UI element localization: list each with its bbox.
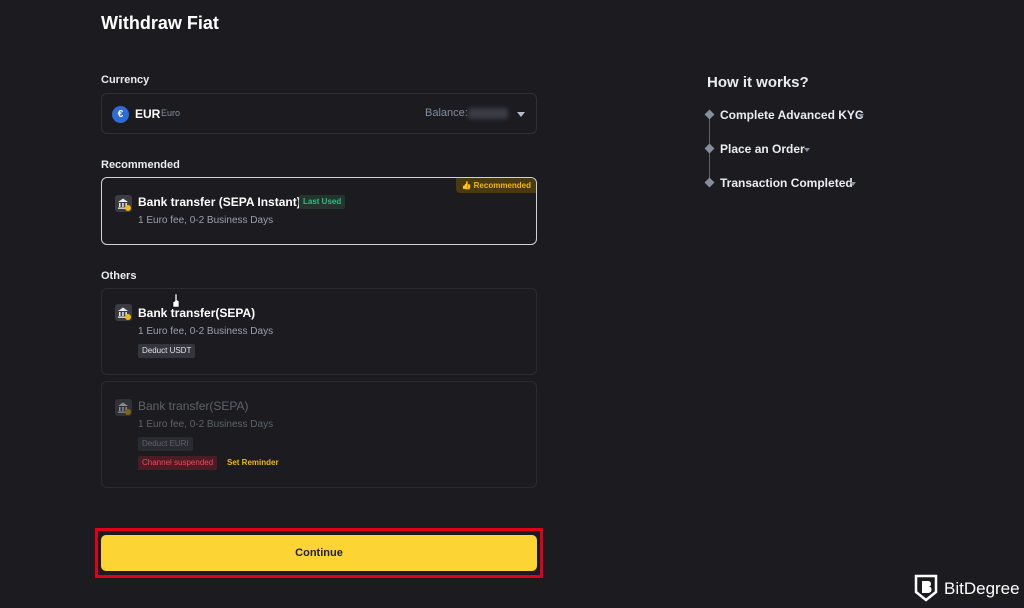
page-title: Withdraw Fiat (101, 13, 219, 33)
recommended-label: Recommended (101, 159, 180, 171)
method-title: Bank transfer(SEPA) (138, 306, 256, 320)
step-dot (704, 143, 715, 154)
set-reminder-link[interactable]: Set Reminder (223, 456, 283, 470)
others-label: Others (101, 270, 137, 282)
bitdegree-logo-icon (914, 574, 938, 602)
step-complete-kyc[interactable]: Complete Advanced KYC (720, 108, 864, 122)
payment-method-sepa-usdt[interactable]: Bank transfer(SEPA) 1 Euro fee, 0-2 Busi… (101, 288, 537, 375)
currency-select[interactable]: € EUR Euro Balance: (101, 93, 537, 134)
bitdegree-wordmark: BitDegree (944, 579, 1020, 598)
deduct-tag: Deduct EURI (138, 437, 193, 451)
currency-label: Currency (101, 74, 150, 86)
last-used-badge: Last Used (299, 195, 346, 209)
step-place-order[interactable]: Place an Order (720, 142, 805, 156)
step-dot (704, 177, 715, 188)
chevron-down-icon (850, 182, 856, 186)
continue-highlight: Continue (95, 528, 543, 578)
step-transaction-completed[interactable]: Transaction Completed (720, 176, 853, 190)
chevron-down-icon (804, 148, 810, 152)
deduct-tag: Deduct USDT (138, 344, 196, 358)
bank-icon (115, 195, 132, 212)
currency-name: Euro (161, 108, 181, 118)
chevron-down-icon (517, 112, 525, 117)
payment-method-sepa-euri: Bank transfer(SEPA) 1 Euro fee, 0-2 Busi… (101, 381, 537, 488)
method-description: 1 Euro fee, 0-2 Business Days (138, 326, 274, 337)
method-description: 1 Euro fee, 0-2 Business Days (138, 419, 274, 430)
currency-code: EUR (135, 107, 161, 121)
method-title: Bank transfer (SEPA Instant) (138, 195, 301, 209)
payment-method-sepa-instant[interactable]: Bank transfer (SEPA Instant) Last Used 👍… (101, 177, 537, 245)
bank-icon (115, 304, 132, 321)
method-description: 1 Euro fee, 0-2 Business Days (138, 215, 274, 226)
channel-suspended-badge: Channel suspended (138, 456, 218, 470)
balance-label: Balance: (425, 107, 468, 119)
method-title: Bank transfer(SEPA) (138, 399, 249, 413)
step-dot (704, 109, 715, 120)
bank-icon (115, 399, 132, 416)
recommended-badge: 👍 Recommended (456, 178, 536, 193)
mouse-cursor-icon (172, 294, 180, 308)
balance-value-blurred (468, 108, 508, 119)
continue-button[interactable]: Continue (101, 535, 537, 571)
euro-coin-icon: € (112, 106, 129, 123)
chevron-down-icon (858, 114, 864, 118)
how-it-works-title: How it works? (707, 74, 809, 91)
